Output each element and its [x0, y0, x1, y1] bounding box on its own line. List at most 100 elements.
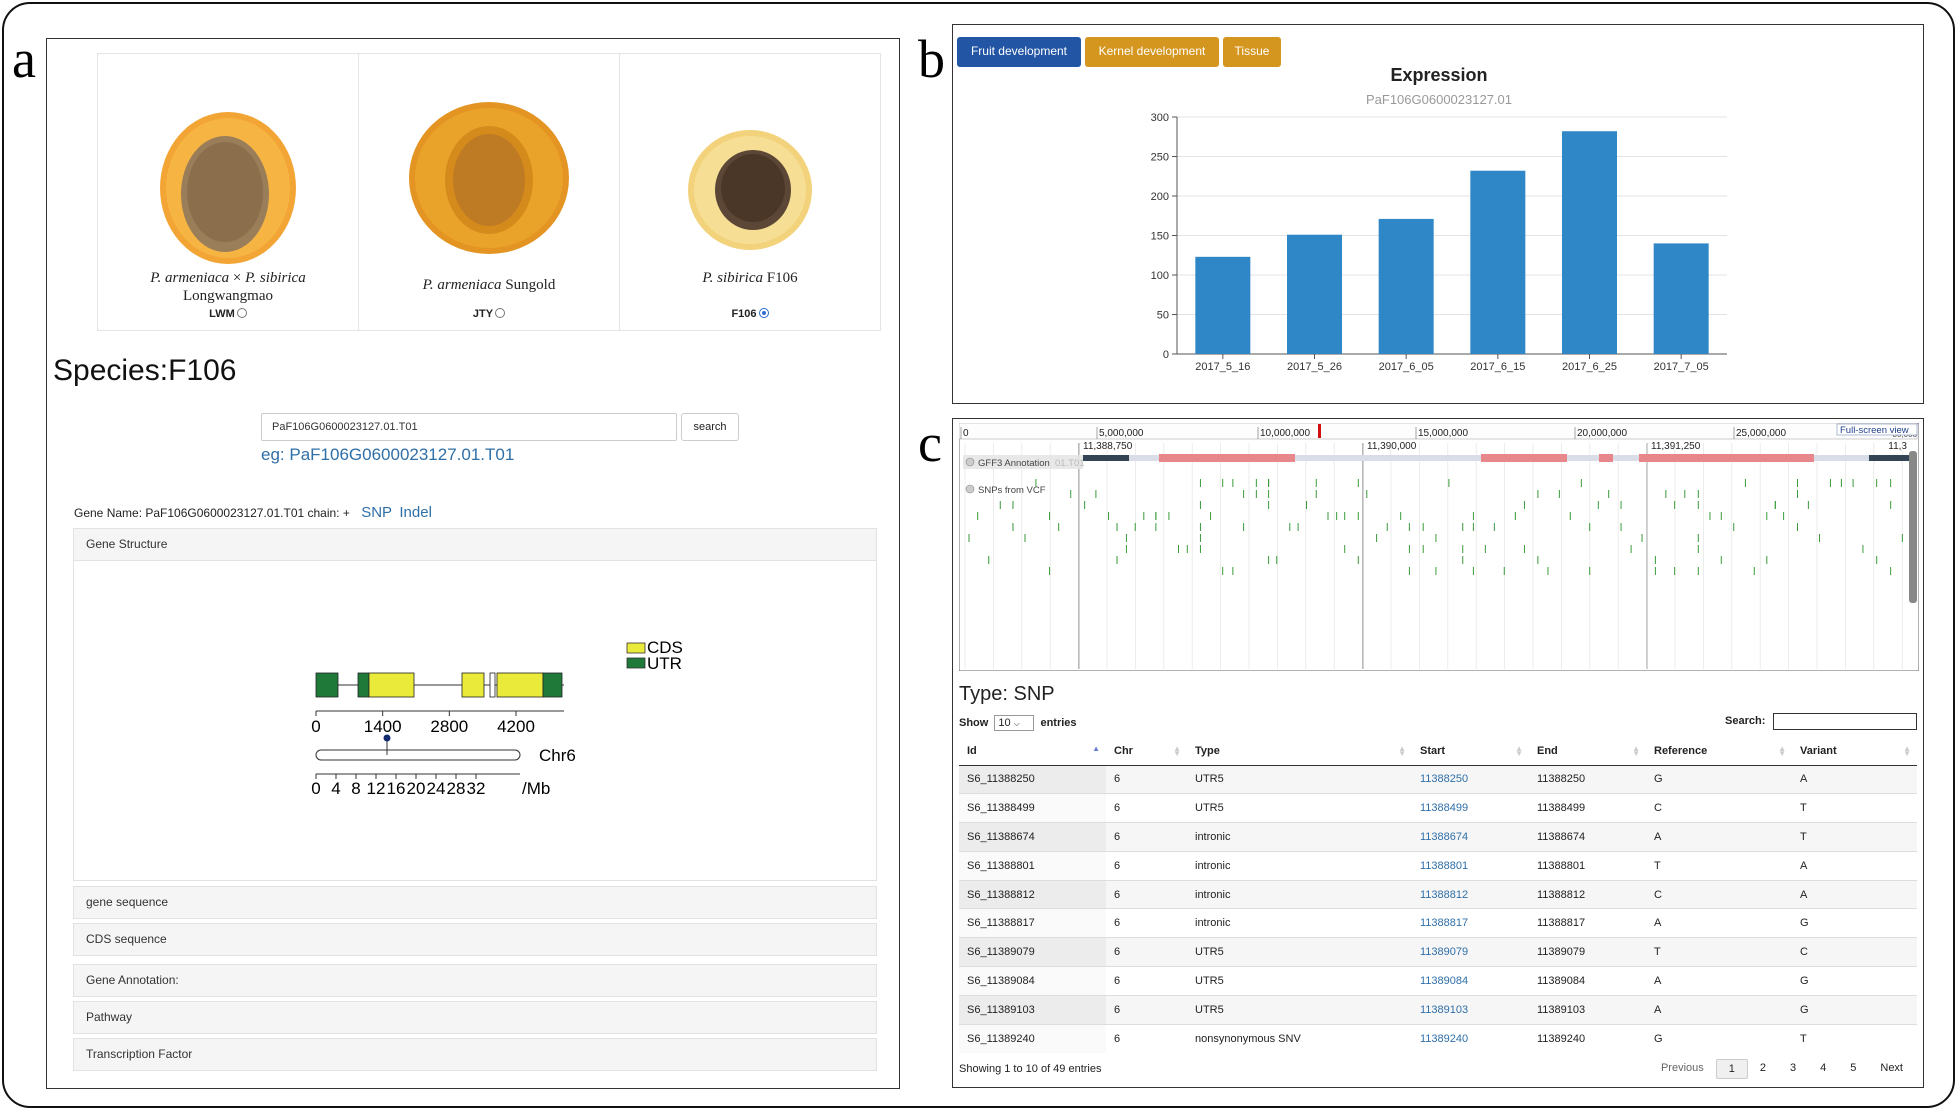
fruit-option-jty[interactable]: P. armeniaca Sungold JTY — [359, 54, 620, 330]
snp-link[interactable]: SNP — [361, 504, 392, 521]
table-cell-start[interactable]: 11389240 — [1412, 1023, 1529, 1053]
table-cell-id: S6_11388250 — [959, 764, 1106, 794]
gene-annotation-header[interactable]: Gene Annotation: — [73, 964, 877, 997]
snp-track-close-icon[interactable] — [965, 484, 975, 494]
pager-page-2[interactable]: 2 — [1748, 1059, 1778, 1079]
gff-track-close-icon[interactable] — [965, 457, 975, 467]
table-row[interactable]: S6_11389079 6 UTR5 11389079 11389079 T C — [959, 937, 1917, 967]
table-search-input[interactable] — [1773, 713, 1917, 730]
gene-sequence-header[interactable]: gene sequence — [73, 886, 877, 919]
cds-exon — [461, 672, 485, 698]
cds-exon — [496, 672, 544, 698]
pager-next[interactable]: Next — [1868, 1059, 1915, 1079]
fruit-option-f106[interactable]: P. sibirica F106 F106 — [620, 54, 880, 330]
col-variant[interactable]: Variant ▲ ▼ — [1792, 737, 1917, 766]
table-cell-start[interactable]: 11388499 — [1412, 793, 1529, 823]
col-variant-label: Variant — [1800, 744, 1837, 757]
table-cell-type: UTR5 — [1187, 793, 1412, 823]
jty-radio[interactable] — [495, 308, 506, 318]
search-button[interactable]: search — [681, 413, 739, 441]
f106-radio[interactable] — [758, 308, 769, 318]
overview-tick-label: 10,000,000 — [1260, 428, 1310, 439]
table-cell-start[interactable]: 11388674 — [1412, 822, 1529, 852]
table-cell-start[interactable]: 11388812 — [1412, 879, 1529, 909]
table-cell-type: UTR5 — [1187, 994, 1412, 1025]
table-row[interactable]: S6_11388801 6 intronic 11388801 11388801 T A — [959, 850, 1917, 881]
table-row[interactable]: S6_11388812 6 intronic 11388812 11388812 C A — [959, 879, 1917, 909]
bar-2017_6_15[interactable] — [1470, 170, 1526, 354]
gene-axis-tick-label: 2800 — [430, 717, 468, 736]
table-cell-end: 11389084 — [1529, 966, 1646, 996]
bar-2017_7_05[interactable] — [1653, 243, 1709, 354]
table-cell-start[interactable]: 11388250 — [1412, 764, 1529, 794]
lwm-caption-species-1: P. armeniaca — [150, 270, 230, 286]
sort-icon: ▲ ▼ — [1398, 744, 1406, 758]
pager-page-4[interactable]: 4 — [1808, 1059, 1838, 1079]
jty-radio-label: JTY — [472, 308, 494, 320]
table-row[interactable]: S6_11389103 6 UTR5 11389103 11389103 A G — [959, 994, 1917, 1025]
table-cell-start[interactable]: 11388801 — [1412, 850, 1529, 881]
table-cell-start[interactable]: 11389084 — [1412, 966, 1529, 996]
genome-browser[interactable]: 0 5,000,000 10,000,000 15,000,000 20,000,000… — [959, 423, 1919, 671]
lwm-caption-species-2: P. sibirica — [245, 270, 306, 286]
table-cell-variant: A — [1792, 764, 1917, 794]
col-type[interactable]: Type ▲ ▼ — [1187, 737, 1412, 766]
entries-select[interactable]: 10 ⌵ — [994, 715, 1035, 731]
table-row[interactable]: S6_11388674 6 intronic 11388674 11388674 A T — [959, 822, 1917, 852]
pager-previous[interactable]: Previous — [1649, 1059, 1716, 1079]
table-row[interactable]: S6_11388499 6 UTR5 11388499 11388499 C T — [959, 793, 1917, 823]
gene-name-text: Gene Name: PaF106G0600023127.01.T01 chai… — [74, 506, 350, 520]
legend-utr-label: UTR — [647, 654, 682, 673]
pager-page-1[interactable]: 1 — [1715, 1059, 1748, 1079]
pager-page-5[interactable]: 5 — [1838, 1059, 1868, 1079]
chr-axis-tick-label: 0 — [311, 779, 320, 798]
lwm-radio-label: LWM — [209, 308, 235, 320]
fullscreen-label[interactable]: Full-screen view — [1840, 425, 1909, 436]
gene-axis-tick-label: 4200 — [497, 717, 535, 736]
sort-icon: ▲ ▼ — [1632, 744, 1640, 758]
jty-caption-cultivar: Sungold — [501, 277, 556, 293]
table-info: Showing 1 to 10 of 49 entries — [959, 1063, 1102, 1075]
pager-page-3[interactable]: 3 — [1778, 1059, 1808, 1079]
fruit-option-lwm[interactable]: P. armeniaca × P. sibirica Longwangmao L… — [98, 54, 359, 330]
table-cell-reference: C — [1646, 793, 1792, 823]
chr-axis-tick-label: 24 — [427, 779, 446, 798]
table-cell-start[interactable]: 11388817 — [1412, 908, 1529, 938]
table-cell-type: UTR5 — [1187, 937, 1412, 967]
gene-structure-header[interactable]: Gene Structure — [73, 528, 877, 561]
lwm-radio[interactable] — [236, 308, 247, 318]
show-label: Show — [959, 716, 989, 729]
col-start[interactable]: Start ▲ ▼ — [1412, 737, 1529, 766]
table-cell-reference: G — [1646, 764, 1792, 794]
table-cell-chr: 6 — [1106, 908, 1187, 938]
pathway-header[interactable]: Pathway — [73, 1001, 877, 1034]
cds-sequence-header[interactable]: CDS sequence — [73, 923, 877, 956]
chr-axis-tick-label: 32 — [467, 779, 486, 798]
col-reference[interactable]: Reference ▲ ▼ — [1646, 737, 1792, 766]
col-id[interactable]: Id ▲ — [959, 737, 1106, 766]
gene-search-input[interactable]: PaF106G0600023127.01.T01 — [261, 413, 677, 441]
detail-tick-label: 11,391,250 — [1651, 441, 1701, 452]
table-row[interactable]: S6_11388250 6 UTR5 11388250 11388250 G A — [959, 764, 1917, 794]
overview-position-marker[interactable] — [1318, 424, 1321, 438]
bar-2017_6_25[interactable] — [1562, 131, 1617, 354]
browser-scrollbar[interactable] — [1909, 451, 1917, 603]
table-cell-start[interactable]: 11389079 — [1412, 937, 1529, 967]
type-title: Type: SNP — [959, 683, 1055, 705]
table-row[interactable]: S6_11389240 6 nonsynonymous SNV 11389240 113… — [959, 1023, 1917, 1053]
indel-link[interactable]: Indel — [399, 504, 432, 521]
table-row[interactable]: S6_11388817 6 intronic 11388817 11388817 A G — [959, 908, 1917, 938]
transcription-factor-header[interactable]: Transcription Factor — [73, 1038, 877, 1071]
table-cell-reference: A — [1646, 994, 1792, 1025]
bar-2017_5_16[interactable] — [1195, 256, 1251, 354]
bar-2017_6_05[interactable] — [1378, 218, 1434, 354]
col-end[interactable]: End ▲ ▼ — [1529, 737, 1646, 766]
table-cell-start[interactable]: 11389103 — [1412, 994, 1529, 1025]
example-gene-link[interactable]: eg: PaF106G0600023127.01.T01 — [261, 445, 514, 465]
table-cell-id: S6_11388499 — [959, 793, 1106, 823]
gff-track-label: GFF3 Annotation — [978, 458, 1050, 469]
table-cell-id: S6_11389084 — [959, 966, 1106, 996]
bar-2017_5_26[interactable] — [1287, 234, 1342, 354]
table-row[interactable]: S6_11389084 6 UTR5 11389084 11389084 A G — [959, 966, 1917, 996]
col-chr[interactable]: Chr ▲ ▼ — [1106, 737, 1187, 766]
